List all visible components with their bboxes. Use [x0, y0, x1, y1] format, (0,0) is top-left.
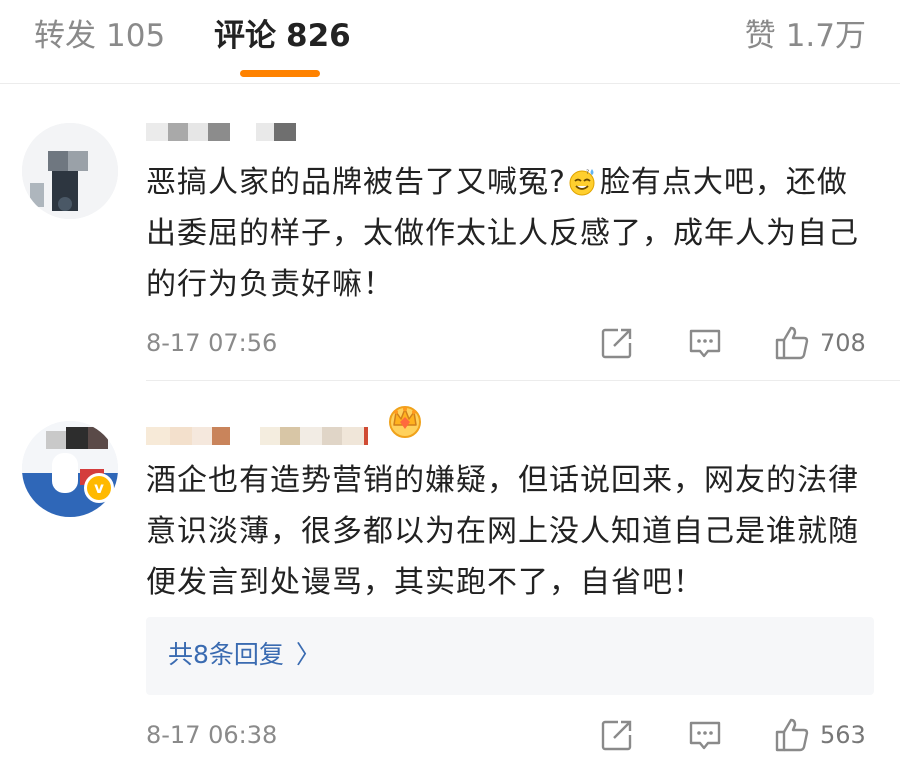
view-replies-label: 共8条回复 — [168, 640, 284, 669]
tab-comments-label: 评论 — [214, 18, 276, 54]
blurred-pixel — [230, 123, 256, 141]
blurred-pixel — [342, 427, 364, 445]
comment-item: 恶搞人家的品牌被告了又喊冤?? 脸有点大吧，还做出委屈的样子，太做作太让人反感了，… — [0, 85, 900, 380]
like-count: 708 — [820, 329, 866, 357]
tab-repost-count: 105 — [106, 18, 166, 54]
comment-icon — [688, 326, 722, 360]
avatar-pixel — [58, 197, 72, 211]
like-count: 563 — [820, 721, 866, 749]
tab-repost-label: 转发 — [34, 18, 96, 54]
avatar-pixel — [52, 453, 78, 493]
tab-bar: 转发 105 评论 826 赞 1.7万 — [0, 0, 900, 84]
comment-timestamp: 8-17 06:38 — [146, 721, 278, 749]
avatar-pixel — [88, 427, 108, 449]
svg-text:?: ? — [586, 169, 590, 176]
reply-thread-box[interactable]: 共8条回复〉 — [146, 617, 874, 695]
comment-text: 恶搞人家的品牌被告了又喊冤?? 脸有点大吧，还做出委屈的样子，太做作太让人反感了，… — [146, 157, 866, 310]
sweat-smile-emoji-icon: ? — [568, 166, 598, 196]
username-blurred[interactable] — [146, 425, 368, 447]
username-blurred[interactable] — [146, 121, 296, 143]
comment-meta: 8-17 07:56 708 — [146, 323, 872, 363]
blurred-pixel — [208, 123, 230, 141]
comment-meta: 8-17 06:38 563 — [146, 715, 872, 755]
share-button[interactable] — [600, 715, 634, 755]
blurred-pixel — [364, 427, 368, 445]
avatar-pixel — [66, 427, 88, 449]
avatar-pixel — [68, 151, 88, 171]
like-icon — [774, 325, 810, 361]
active-tab-indicator — [240, 70, 320, 77]
tab-likes-label: 赞 — [744, 18, 776, 54]
tab-repost[interactable]: 转发 105 — [34, 14, 165, 58]
blurred-pixel — [322, 427, 342, 445]
avatar-pixel — [30, 183, 44, 207]
tab-likes[interactable]: 赞 1.7万 — [745, 14, 866, 58]
comment-icon — [688, 718, 722, 752]
reply-button[interactable] — [688, 715, 722, 755]
blurred-pixel — [146, 123, 168, 141]
verified-badge-icon: v — [84, 473, 114, 503]
avatar[interactable] — [22, 421, 118, 517]
like-button[interactable]: 708 — [774, 323, 866, 363]
blurred-pixel — [170, 427, 192, 445]
share-button[interactable] — [600, 323, 634, 363]
blurred-pixel — [192, 427, 212, 445]
blurred-pixel — [188, 123, 208, 141]
reply-button[interactable] — [688, 323, 722, 363]
blurred-pixel — [300, 427, 322, 445]
blurred-pixel — [280, 427, 300, 445]
blurred-pixel — [146, 427, 170, 445]
comment-text-part1: 恶搞人家的品牌被告了又喊冤? — [146, 165, 566, 200]
like-icon — [774, 717, 810, 753]
comment-item: v 酒企也有造势营销的嫌疑，但话说回来，网友的法律意识淡薄，很多都以为在网上没人… — [0, 381, 900, 759]
blurred-pixel — [230, 427, 260, 445]
chevron-right-icon: 〉 — [295, 640, 321, 669]
tab-comments[interactable]: 评论 826 — [214, 14, 351, 58]
share-icon — [600, 718, 634, 752]
crown-icon[interactable] — [386, 401, 424, 439]
blurred-pixel — [256, 123, 274, 141]
avatar-pixel — [46, 431, 66, 449]
blurred-pixel — [212, 427, 230, 445]
blurred-pixel — [274, 123, 296, 141]
blurred-pixel — [260, 427, 280, 445]
like-button[interactable]: 563 — [774, 715, 866, 755]
view-replies-link[interactable]: 共8条回复〉 — [168, 637, 321, 673]
tab-likes-count: 1.7万 — [785, 18, 866, 54]
share-icon — [600, 326, 634, 360]
avatar[interactable] — [22, 123, 118, 219]
blurred-pixel — [168, 123, 188, 141]
comment-text: 酒企也有造势营销的嫌疑，但话说回来，网友的法律意识淡薄，很多都以为在网上没人知道… — [146, 463, 859, 600]
avatar-pixel — [48, 151, 68, 171]
comment-timestamp: 8-17 07:56 — [146, 329, 278, 357]
tab-comments-count: 826 — [286, 18, 351, 54]
